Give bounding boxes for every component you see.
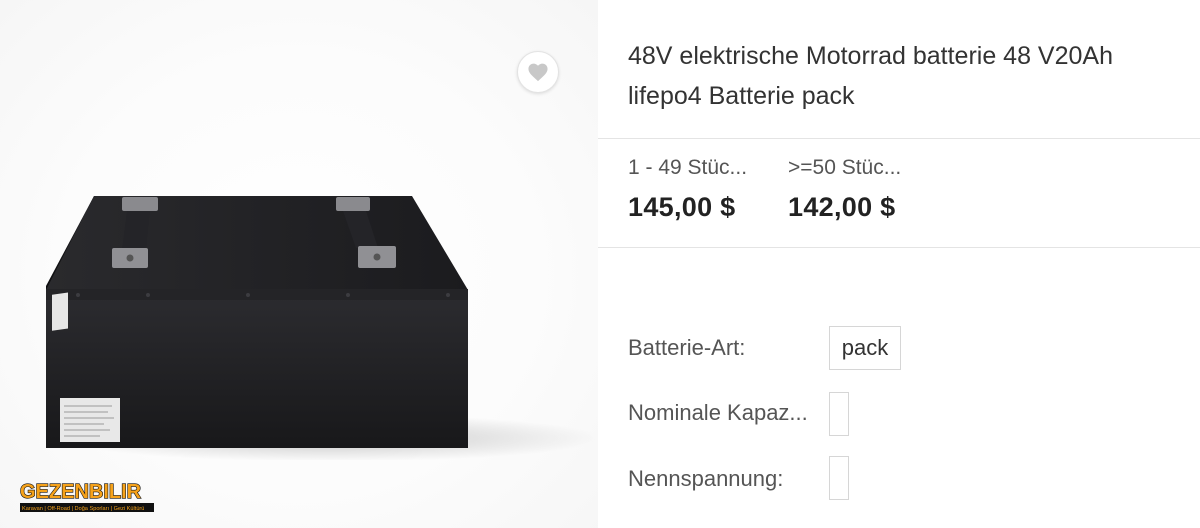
- battery-lid-edge: [46, 289, 468, 300]
- battery-spec-label: [60, 398, 120, 442]
- attribute-label-nominal-voltage: Nennspannung:: [628, 466, 784, 491]
- product-image[interactable]: [0, 160, 598, 460]
- battery-side-sticker: [52, 292, 68, 331]
- product-image-panel: GEZENBILIR Karavan | Off-Road | Doğa Spo…: [0, 0, 598, 528]
- attribute-label-nominal-capacity: Nominale Kapaz...: [628, 400, 808, 425]
- price-divider: [598, 247, 1200, 248]
- watermark-brand: GEZENBILIR: [20, 481, 142, 503]
- product-title: 48V elektrische Motorrad batterie 48 V20…: [628, 42, 1113, 110]
- price-tier-quantity: >=50 Stüc...: [788, 156, 902, 179]
- price-tier-quantity: 1 - 49 Stüc...: [628, 156, 748, 179]
- heart-icon: [528, 63, 548, 82]
- attribute-option-battery-type[interactable]: pack: [829, 326, 901, 370]
- wishlist-button[interactable]: [517, 51, 559, 93]
- title-divider: [598, 138, 1200, 139]
- attribute-option-nominal-capacity[interactable]: [829, 392, 849, 436]
- price-tier-2: >=50 Stüc... 142,00 $: [788, 156, 901, 223]
- price-tier-1: 1 - 49 Stüc... 145,00 $: [628, 156, 747, 223]
- attribute-label-battery-type: Batterie-Art:: [628, 335, 746, 360]
- watermark-logo: GEZENBILIR Karavan | Off-Road | Doğa Spo…: [19, 480, 154, 512]
- price-tier-price: 145,00 $: [628, 192, 736, 222]
- watermark-tagline: Karavan | Off-Road | Doğa Sporları | Gez…: [22, 506, 144, 512]
- product-info-panel: 48V elektrische Motorrad batterie 48 V20…: [598, 0, 1200, 528]
- attribute-option-nominal-voltage[interactable]: [829, 456, 849, 500]
- price-tier-price: 142,00 $: [788, 192, 896, 222]
- battery-top-face: [46, 196, 468, 290]
